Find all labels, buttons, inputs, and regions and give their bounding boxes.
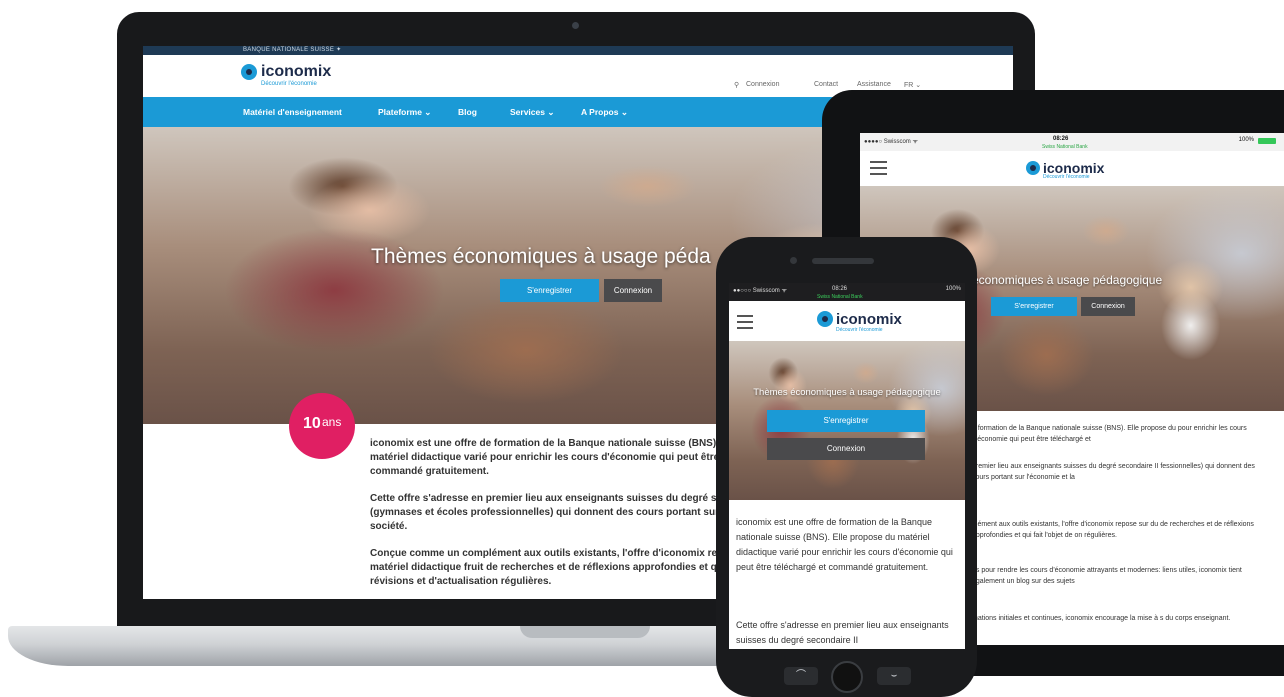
back-button[interactable]: ⌒ <box>784 667 818 685</box>
institution-label: BANQUE NATIONALE SUISSE ✦ <box>243 47 342 53</box>
tools-paragraph: es pour rendre les cours d'économie attr… <box>972 567 1242 585</box>
hero-headline: économiques à usage pédagogique <box>972 273 1163 287</box>
menu-icon: ⌣ <box>890 670 898 681</box>
badge-number: 10 <box>303 415 321 432</box>
audience-paragraph: Cette offre s'adresse en premier lieu au… <box>736 620 949 645</box>
intro-paragraph: iconomix est une offre de formation de l… <box>736 517 953 572</box>
logo-eye-icon <box>1026 161 1040 175</box>
logo-tagline: Découvrir l'économie <box>836 327 883 333</box>
hamburger-menu-icon[interactable] <box>737 315 753 333</box>
hero-headline: Thèmes économiques à usage pédagogique <box>753 387 941 398</box>
contact-link[interactable]: Contact <box>814 81 838 88</box>
status-bar: ●●○○○ Swisscom ᯤ 08:26 Swiss National Ba… <box>729 283 965 301</box>
logo-eye-icon <box>817 311 833 327</box>
language-selector[interactable]: FR ⌄ <box>904 81 921 89</box>
login-button[interactable]: Connexion <box>1081 297 1135 316</box>
battery-percent: 100% <box>945 286 961 292</box>
site-header: iconomix Découvrir l'économie <box>860 151 1284 186</box>
register-button[interactable]: S'enregistrer <box>767 410 925 432</box>
home-button[interactable] <box>831 661 863 693</box>
nav-item-teaching-material[interactable]: Matériel d'enseignement <box>243 97 342 127</box>
menu-button[interactable]: ⌣ <box>877 667 911 685</box>
intro-paragraph: iconomix est une offre de formation de l… <box>370 438 720 477</box>
institution-bar: BANQUE NATIONALE SUISSE ✦ <box>143 46 1013 55</box>
site-identity-label: Swiss National Bank <box>1042 144 1088 150</box>
approach-paragraph: Conçue comme un complément aux outils ex… <box>370 548 730 587</box>
login-button[interactable]: Connexion <box>767 438 925 460</box>
nav-item-blog[interactable]: Blog <box>458 97 477 127</box>
badge-label: ans <box>322 415 342 429</box>
search-icon[interactable]: ⚲ <box>734 81 739 89</box>
logo-eye-icon <box>241 64 257 80</box>
hamburger-menu-icon[interactable] <box>870 161 887 179</box>
battery-percent: 100% <box>1238 137 1254 143</box>
logo-tagline: Découvrir l'économie <box>1043 174 1090 180</box>
audience-paragraph: Cette offre s'adresse en premier lieu au… <box>370 493 728 532</box>
intro-paragraph: e formation de la Banque nationale suiss… <box>972 425 1247 443</box>
logo-tagline: Découvrir l'économie <box>261 81 317 87</box>
approach-paragraph: plément aux outils existants, l'offre d'… <box>972 521 1254 539</box>
site-logo[interactable]: iconomix Découvrir l'économie <box>1026 160 1105 180</box>
site-identity-label: Swiss National Bank <box>817 294 863 300</box>
battery-icon <box>1258 138 1276 144</box>
anniversary-badge: 10 ans <box>289 393 355 459</box>
status-bar: ●●●●○ Swisscom ᯤ 08:26 Swiss National Ba… <box>860 133 1284 151</box>
register-button[interactable]: S'enregistrer <box>500 279 599 302</box>
laptop-camera <box>572 22 579 29</box>
laptop-notch <box>520 626 650 638</box>
nav-item-platform[interactable]: Plateforme ⌄ <box>378 97 431 127</box>
carrier-label: ●●●●○ Swisscom ᯤ <box>864 139 918 145</box>
logo-wordmark: iconomix <box>261 63 332 80</box>
back-icon: ⌒ <box>796 670 806 681</box>
site-header: iconomix Découvrir l'économie <box>729 301 965 341</box>
training-paragraph: mations initiales et continues, iconomix… <box>972 615 1231 622</box>
phone-speaker <box>812 258 874 264</box>
phone-camera <box>790 257 797 264</box>
hero-headline: Thèmes économiques à usage péda <box>371 245 711 268</box>
nav-item-about[interactable]: A Propos ⌄ <box>581 97 628 127</box>
login-button[interactable]: Connexion <box>604 279 662 302</box>
audience-paragraph: premier lieu aux enseignants suisses du … <box>972 463 1255 481</box>
logo-wordmark: iconomix <box>836 310 902 328</box>
site-logo[interactable]: iconomix Découvrir l'économie <box>241 63 332 87</box>
register-button[interactable]: S'enregistrer <box>991 297 1077 316</box>
nav-item-services[interactable]: Services ⌄ <box>510 97 554 127</box>
clock: 08:26 <box>1053 136 1069 142</box>
phone-screen: ●●○○○ Swisscom ᯤ 08:26 Swiss National Ba… <box>729 283 965 649</box>
site-logo[interactable]: iconomix Découvrir l'économie <box>817 310 902 333</box>
logo-wordmark: iconomix <box>1043 160 1105 176</box>
assistance-link[interactable]: Assistance <box>857 81 891 88</box>
carrier-label: ●●○○○ Swisscom ᯤ <box>733 288 787 294</box>
clock: 08:26 <box>832 286 848 292</box>
login-link[interactable]: Connexion <box>746 81 779 88</box>
